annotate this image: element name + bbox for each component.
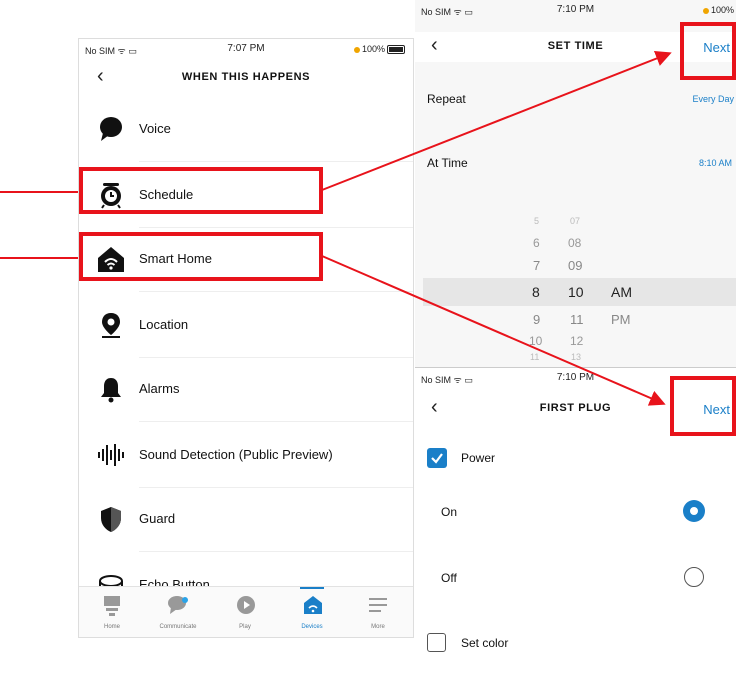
arrow-to-set-time-next <box>321 50 672 191</box>
highlight-smart-home <box>79 232 323 281</box>
highlight-first-plug-next <box>670 376 736 436</box>
annotation-arrows <box>0 50 672 406</box>
arrow-to-first-plug-next <box>321 255 666 406</box>
highlight-schedule <box>79 167 323 214</box>
highlight-set-time-next <box>680 22 736 80</box>
